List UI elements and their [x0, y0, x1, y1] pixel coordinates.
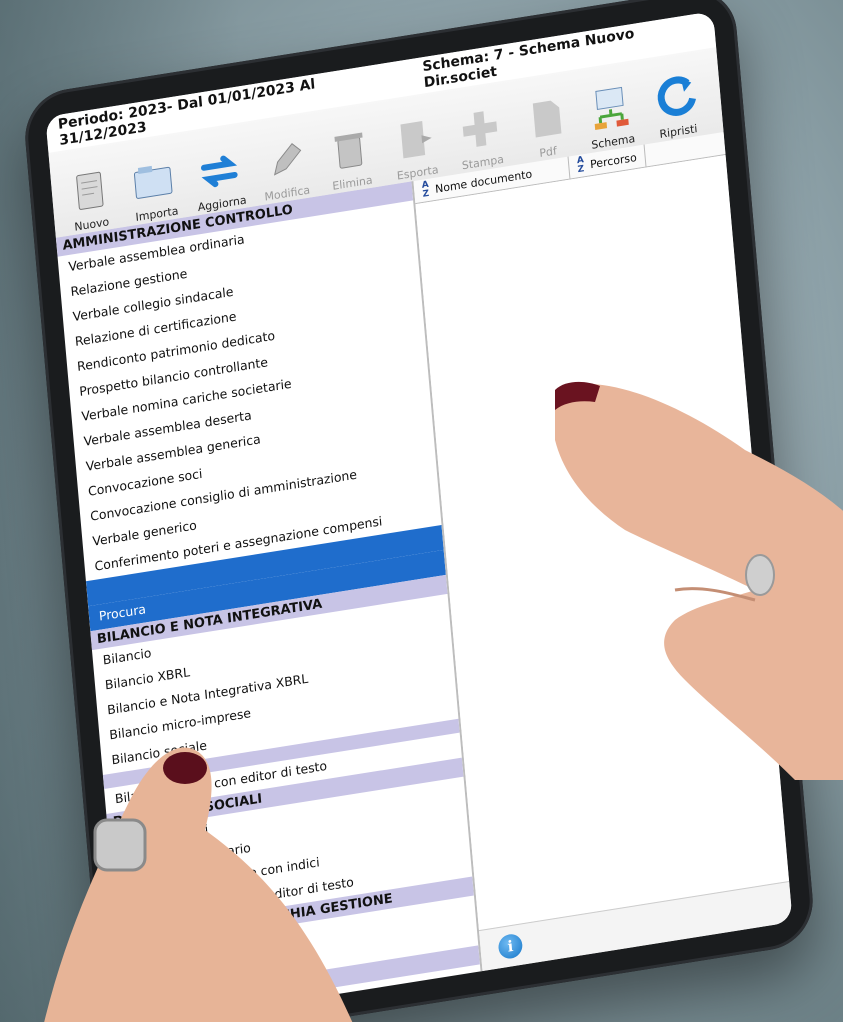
pdf-icon — [532, 100, 562, 138]
export-icon — [400, 121, 432, 159]
schema-icon — [594, 86, 629, 131]
restore-icon — [657, 76, 696, 116]
importa-button[interactable]: Importa — [121, 153, 188, 226]
elimina-button[interactable]: Elimina — [317, 122, 384, 195]
sort-az-icon[interactable]: AZ — [421, 180, 430, 200]
esporta-button[interactable]: Esporta — [382, 112, 449, 185]
trash-icon — [334, 132, 363, 169]
info-icon[interactable]: i — [497, 932, 524, 961]
nuovo-button[interactable]: Nuovo — [56, 163, 123, 236]
folder-import-icon — [133, 165, 173, 199]
aggiorna-button[interactable]: Aggiorna — [187, 143, 254, 216]
document-icon — [76, 171, 104, 210]
pointing-hand — [555, 381, 843, 780]
print-icon — [462, 111, 498, 147]
pencil-icon — [273, 142, 302, 176]
refresh-arrows-icon — [200, 155, 238, 188]
modifica-button[interactable]: Modifica — [252, 132, 319, 205]
ripristi-button[interactable]: Ripristi — [643, 70, 710, 143]
holding-hand — [44, 747, 353, 1022]
sort-az-icon[interactable]: AZ — [576, 155, 585, 175]
photo-scene: Periodo: 2023- Dal 01/01/2023 Al 31/12/2… — [0, 0, 843, 1022]
pdf-button[interactable]: Pdf — [513, 91, 580, 164]
stampa-button[interactable]: Stampa — [447, 101, 514, 174]
schema-button[interactable]: Schema — [578, 81, 645, 154]
column-label: Percorso — [589, 150, 638, 171]
